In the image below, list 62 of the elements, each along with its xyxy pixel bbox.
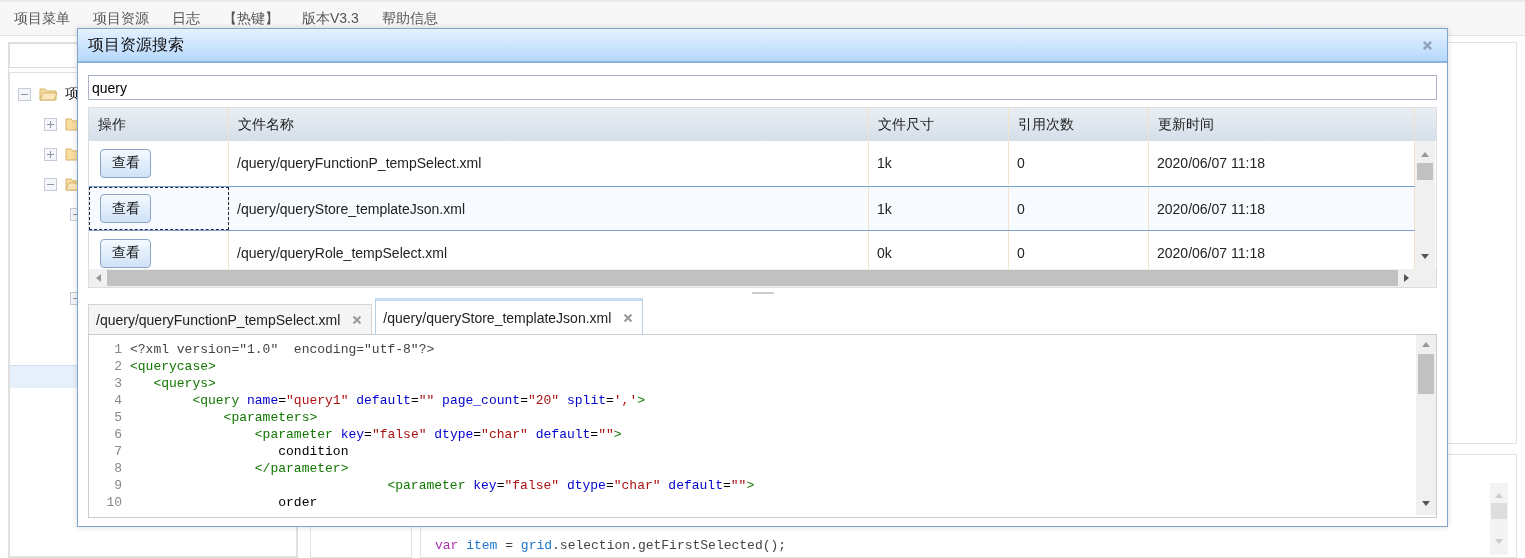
table-cell: /query/queryStore_templateJson.xml bbox=[237, 200, 465, 217]
menu-item[interactable]: 日志 bbox=[172, 9, 200, 28]
code-line: var item = grid.selection.getFirstSelected(); bbox=[435, 538, 787, 553]
line-number: 4 bbox=[113, 393, 123, 408]
expand-icon[interactable] bbox=[44, 147, 57, 161]
code-line: <?xml version="1.0" encoding="utf-8"?> bbox=[130, 342, 435, 357]
line-number: 7 bbox=[113, 444, 123, 459]
dialog-title: 项目资源搜索 bbox=[88, 34, 184, 55]
file-tab[interactable]: /query/queryStore_templateJson.xml bbox=[375, 298, 644, 334]
menu-item[interactable]: 版本V3.3 bbox=[302, 9, 359, 28]
view-button[interactable]: 查看 bbox=[100, 194, 151, 223]
table-cell: /query/queryFunctionP_tempSelect.xml bbox=[237, 155, 482, 171]
splitter-handle[interactable] bbox=[751, 292, 774, 294]
menu-item[interactable]: 【热键】 bbox=[223, 9, 279, 28]
code-line: <parameters> bbox=[222, 410, 318, 425]
line-number: 6 bbox=[113, 427, 123, 442]
line-number: 8 bbox=[113, 461, 123, 476]
table-cell: 0 bbox=[1017, 245, 1025, 261]
line-number: 3 bbox=[113, 376, 123, 391]
close-icon[interactable] bbox=[1422, 39, 1433, 51]
view-button[interactable]: 查看 bbox=[100, 148, 151, 178]
view-button[interactable]: 查看 bbox=[100, 238, 151, 268]
menu-item[interactable]: 项目资源 bbox=[93, 9, 149, 28]
table-cell: 2020/06/07 11:18 bbox=[1157, 200, 1265, 217]
collapse-icon[interactable] bbox=[44, 177, 57, 191]
code-editor[interactable] bbox=[88, 334, 1437, 518]
table-row[interactable]: 查看 /query/queryStore_templateJson.xml 1k 0 2020/06/07 11:18 bbox=[89, 186, 1415, 231]
search-field[interactable]: query bbox=[88, 75, 1437, 100]
code-line: <parameter key="false" dtype="char" default=""> bbox=[253, 427, 622, 442]
vertical-scrollbar[interactable] bbox=[1490, 483, 1508, 555]
table-cell: 0k bbox=[877, 245, 892, 261]
code-line: condition bbox=[277, 444, 349, 459]
table-cell: 1k bbox=[877, 155, 892, 171]
code-line: <query name="query1" default="" page_count="20" split=','> bbox=[191, 393, 645, 408]
table-cell: /query/queryRole_tempSelect.xml bbox=[237, 245, 448, 261]
code-line: <parameter key="false" dtype="char" default=""> bbox=[386, 478, 755, 493]
menu-item[interactable]: 帮助信息 bbox=[381, 9, 438, 28]
line-number: 10 bbox=[105, 495, 123, 510]
table-cell: 0 bbox=[1017, 155, 1025, 171]
menu-item[interactable]: 项目菜单 bbox=[14, 9, 70, 28]
tree-label[interactable]: 项 bbox=[65, 85, 79, 103]
expand-icon[interactable] bbox=[44, 117, 57, 131]
line-number: 1 bbox=[113, 342, 123, 357]
vertical-scrollbar[interactable] bbox=[1415, 141, 1435, 269]
table-cell: 0 bbox=[1017, 200, 1025, 217]
line-number: 2 bbox=[113, 359, 123, 374]
code-line: order bbox=[277, 495, 318, 510]
vertical-scrollbar[interactable] bbox=[1416, 335, 1436, 515]
horizontal-scrollbar[interactable] bbox=[89, 269, 1436, 287]
table-cell: 2020/06/07 11:18 bbox=[1157, 245, 1265, 261]
table-cell: 1k bbox=[877, 200, 892, 217]
code-line: <querycase> bbox=[130, 359, 216, 374]
close-icon[interactable] bbox=[623, 312, 634, 323]
code-line: </parameter> bbox=[253, 461, 349, 476]
collapse-icon[interactable] bbox=[18, 87, 31, 101]
file-tab[interactable]: /query/queryFunctionP_tempSelect.xml bbox=[88, 304, 373, 334]
line-number: 5 bbox=[113, 410, 123, 425]
table-cell: 2020/06/07 11:18 bbox=[1157, 155, 1265, 171]
folder-icon bbox=[39, 87, 57, 101]
close-icon[interactable] bbox=[352, 314, 363, 325]
line-number: 9 bbox=[113, 478, 123, 493]
code-line: <querys> bbox=[152, 376, 216, 391]
